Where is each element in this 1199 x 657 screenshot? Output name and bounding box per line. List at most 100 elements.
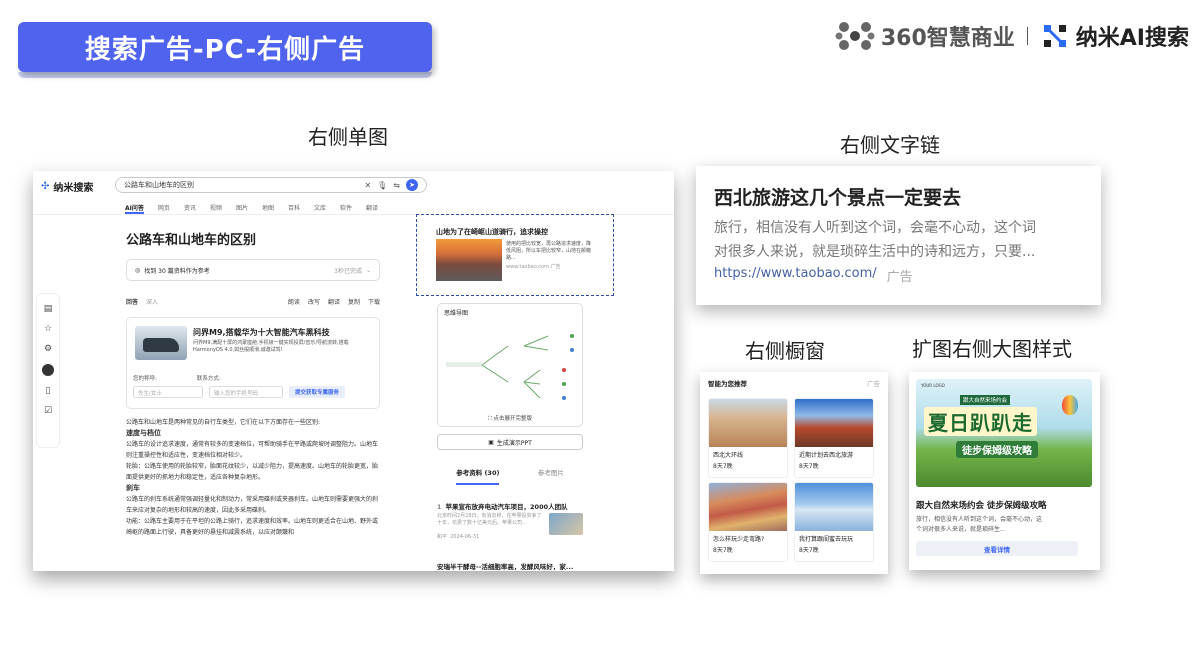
text-ad-badge: 广告 — [886, 270, 913, 285]
serp-brand[interactable]: ✣ 纳米搜索 — [41, 179, 93, 194]
right-ad-image[interactable] — [436, 239, 502, 281]
text-ad-title[interactable]: 西北旅游这几个景点一定要去 — [714, 183, 1083, 210]
showcase-item-price: 8天7晚 — [799, 463, 819, 470]
tab-video[interactable]: 视频 — [210, 203, 222, 214]
ad-desc: 问界M9,满配十屏的鸿蒙座舱,手机级一键实现投屏/音乐/导航流转,搭载Harmo… — [193, 340, 349, 353]
chevron-down-icon: ⌄ — [365, 266, 371, 274]
showcase-header: 智能为您推荐 广告 — [708, 378, 880, 388]
action-download[interactable]: 下载 — [368, 297, 380, 306]
showcase-item[interactable]: 我打算跟闺蜜去玩玩 8天7晚 — [794, 482, 874, 562]
label-big-image: 扩图右侧大图样式 — [912, 337, 1072, 361]
right-ad-desc: 使用的把比较宽，再公路追求速度，降低风阻，所以车把比较窄，山地在颠簸路... w… — [506, 241, 594, 271]
serp-sidebar: ▤ ☆ ⚙ ▯ ☑ — [36, 293, 60, 448]
label-showcase: 右侧橱窗 — [745, 339, 825, 363]
ref-title[interactable]: 苹果宣布放弃电动汽车项目，2000人团队 — [446, 503, 568, 511]
showcase-item-name: 怎么样玩少走弯路? — [713, 536, 765, 543]
text-link-card[interactable]: 西北旅游这几个景点一定要去 旅行，相信没有人听到这个词，会毫不心动，这个词 对很… — [696, 166, 1101, 305]
showcase-item[interactable]: 近期计划去西北旅游 8天7晚 — [794, 398, 874, 478]
tab-ref-docs[interactable]: 参考资料 (30) — [456, 467, 500, 485]
showcase-item[interactable]: 西北大环线 8天7晚 — [708, 398, 788, 478]
poster-image[interactable]: YOUR LOGO 跟大自然来场约会 夏日趴趴走 徒步保姆级攻略 — [916, 379, 1092, 487]
search-input[interactable]: 公路车和山地车的区别 ✕ 🎙 ⇋ ➤ — [115, 177, 427, 193]
mindmap-title: 思维导图 — [444, 310, 469, 317]
serp-tabs: AI问答 网页 资讯 视频 图片 地图 百科 文库 软件 翻译 — [125, 203, 378, 214]
phone-field[interactable]: 输入您的手机号码 — [209, 386, 283, 398]
showcase-item-name: 近期计划去西北旅游 — [799, 452, 854, 459]
tab-ref-images[interactable]: 参考图片 — [538, 467, 564, 485]
question-title: 公路车和山地车的区别 — [126, 233, 257, 248]
serp-header: ✣ 纳米搜索 公路车和山地车的区别 ✕ 🎙 ⇋ ➤ AI问答 网页 资讯 视频 … — [33, 171, 674, 215]
mic-icon[interactable]: 🎙 — [377, 181, 387, 190]
phone-icon[interactable]: ▯ — [46, 386, 51, 396]
action-copy[interactable]: 复制 — [348, 297, 360, 306]
tab-wenku[interactable]: 文库 — [314, 203, 326, 214]
text-ad-url[interactable]: https://www.taobao.com/ — [714, 266, 877, 285]
mindmap-expand-button[interactable]: ⛶ 点击展开完整版 — [438, 412, 582, 426]
answer-intro: 公路车和山地车是两种常见的自行车类型，它们在以下方面存在一些区别: — [126, 419, 321, 426]
right-ad-title[interactable]: 山地为了在崎岖山道骑行，追求操控 — [436, 227, 548, 237]
serp-brand-label: 纳米搜索 — [53, 183, 94, 194]
answer-heading-1: 速度与档位 — [126, 429, 161, 437]
ref-desc: 北京时间2月28日，有消息称，在苹果投资争了十年，花费了数十亿美元后。苹果公司.… — [437, 513, 542, 526]
inline-ad-card[interactable]: 问界M9,搭载华为十大智能汽车黑科技 问界M9,满配十屏的鸿蒙座舱,手机级一键实… — [126, 317, 380, 409]
big-card-title[interactable]: 跟大自然来场约会 徒步保姆级攻略 — [916, 499, 1093, 511]
name-field[interactable]: 先生/女士 — [133, 386, 203, 398]
page-title: 搜索广告-PC-右侧广告 — [84, 34, 366, 65]
ad-title[interactable]: 问界M9,搭载华为十大智能汽车黑科技 — [193, 327, 330, 338]
answer-para-2: 轮胎：公路车使用的轮胎较窄，胎面花纹较少，以减少阻力，提高速度。山地车的轮胎更宽… — [126, 463, 379, 481]
balloon-icon — [1062, 395, 1078, 415]
clear-icon[interactable]: ✕ — [364, 181, 371, 190]
tab-ai[interactable]: AI问答 — [125, 203, 144, 214]
submit-button[interactable]: 提交获取专属服务 — [289, 386, 346, 398]
tab-baike[interactable]: 百科 — [288, 203, 300, 214]
label-single-image: 右侧单图 — [308, 125, 388, 149]
big-image-card[interactable]: YOUR LOGO 跟大自然来场约会 夏日趴趴走 徒步保姆级攻略 跟大自然来场约… — [909, 372, 1100, 570]
showcase-item-name: 我打算跟闺蜜去玩玩 — [799, 536, 854, 543]
ppt-icon: ▣ — [488, 438, 494, 446]
showcase-item-name: 西北大环线 — [713, 452, 744, 459]
search-button[interactable]: ➤ — [406, 179, 418, 191]
ppt-button[interactable]: ▣ 生成演示PPT — [437, 434, 583, 450]
mindmap-card[interactable]: 思维导图 ⛶ 点击展开完整版 — [437, 303, 583, 427]
answer-toolbar: 回答 深入 朗读 改写 翻译 复制 下载 — [126, 297, 380, 306]
refs-text: 找到 30 篇资料作为参考 — [144, 267, 210, 275]
action-rewrite[interactable]: 改写 — [308, 297, 320, 306]
refs-icon: ◎ — [135, 266, 141, 274]
showcase-image — [709, 399, 787, 447]
logo-nami-text: 纳米AI搜索 — [1075, 26, 1189, 51]
filter-icon[interactable]: ⇋ — [393, 181, 400, 190]
avatar[interactable] — [42, 364, 54, 376]
ad-form: 您的称呼: 联系方式: 先生/女士 输入您的手机号码 提交获取专属服务 — [133, 374, 373, 398]
showcase-card: 智能为您推荐 广告 西北大环线 8天7晚 近期计划去西北旅游 8天7晚 怎么样玩… — [700, 372, 888, 574]
view-details-button[interactable]: 查看详情 — [916, 541, 1078, 556]
tab-web[interactable]: 网页 — [158, 203, 170, 214]
tab-software[interactable]: 软件 — [340, 203, 352, 214]
logo-divider — [1026, 27, 1028, 45]
ref-item[interactable]: 1 苹果宣布放弃电动汽车项目，2000人团队 北京时间2月28日，有消息称，在苹果… — [437, 501, 583, 540]
tab-news[interactable]: 资讯 — [184, 203, 196, 214]
logo-360: 360智慧商业 — [835, 19, 1015, 53]
right-ad-url[interactable]: www.taobao.com 广告 — [506, 264, 594, 271]
poster-headline: 夏日趴趴走 — [924, 407, 1037, 436]
text-ad-desc-1: 旅行，相信没有人听到这个词，会毫不心动，这个词 — [714, 220, 1036, 236]
answer-mode[interactable]: 深入 — [146, 297, 158, 306]
ref-more-item[interactable]: 安瑞半干酵母--活细胞率高，发酵风味好，家... — [437, 561, 573, 571]
action-read[interactable]: 朗读 — [288, 297, 300, 306]
answer-label: 回答 — [126, 299, 139, 306]
refs-summary[interactable]: ◎ 找到 30 篇资料作为参考 3秒已完成 ⌄ — [126, 259, 380, 281]
search-query: 公路车和山地车的区别 — [124, 181, 194, 189]
star-icon[interactable]: ☆ — [44, 324, 52, 334]
tab-translate[interactable]: 翻译 — [366, 203, 378, 214]
big-card-desc-2: 个词对很多人来说，就是琐碎生... — [916, 526, 1006, 533]
history-icon[interactable]: ▤ — [44, 304, 53, 314]
mindmap-graph — [446, 334, 574, 400]
big-card-desc: 旅行，相信没有人听到这个词，会毫不心动，这 个词对很多人来说，就是琐碎生... — [916, 515, 1093, 535]
poster-logo: YOUR LOGO — [921, 383, 945, 388]
edit-icon[interactable]: ☑ — [44, 406, 52, 416]
tab-map[interactable]: 地图 — [262, 203, 274, 214]
tab-image[interactable]: 图片 — [236, 203, 248, 214]
action-translate[interactable]: 翻译 — [328, 297, 340, 306]
showcase-item[interactable]: 怎么样玩少走弯路? 8天7晚 — [708, 482, 788, 562]
showcase-ad-badge: 广告 — [867, 380, 880, 388]
settings-icon[interactable]: ⚙ — [44, 344, 52, 354]
